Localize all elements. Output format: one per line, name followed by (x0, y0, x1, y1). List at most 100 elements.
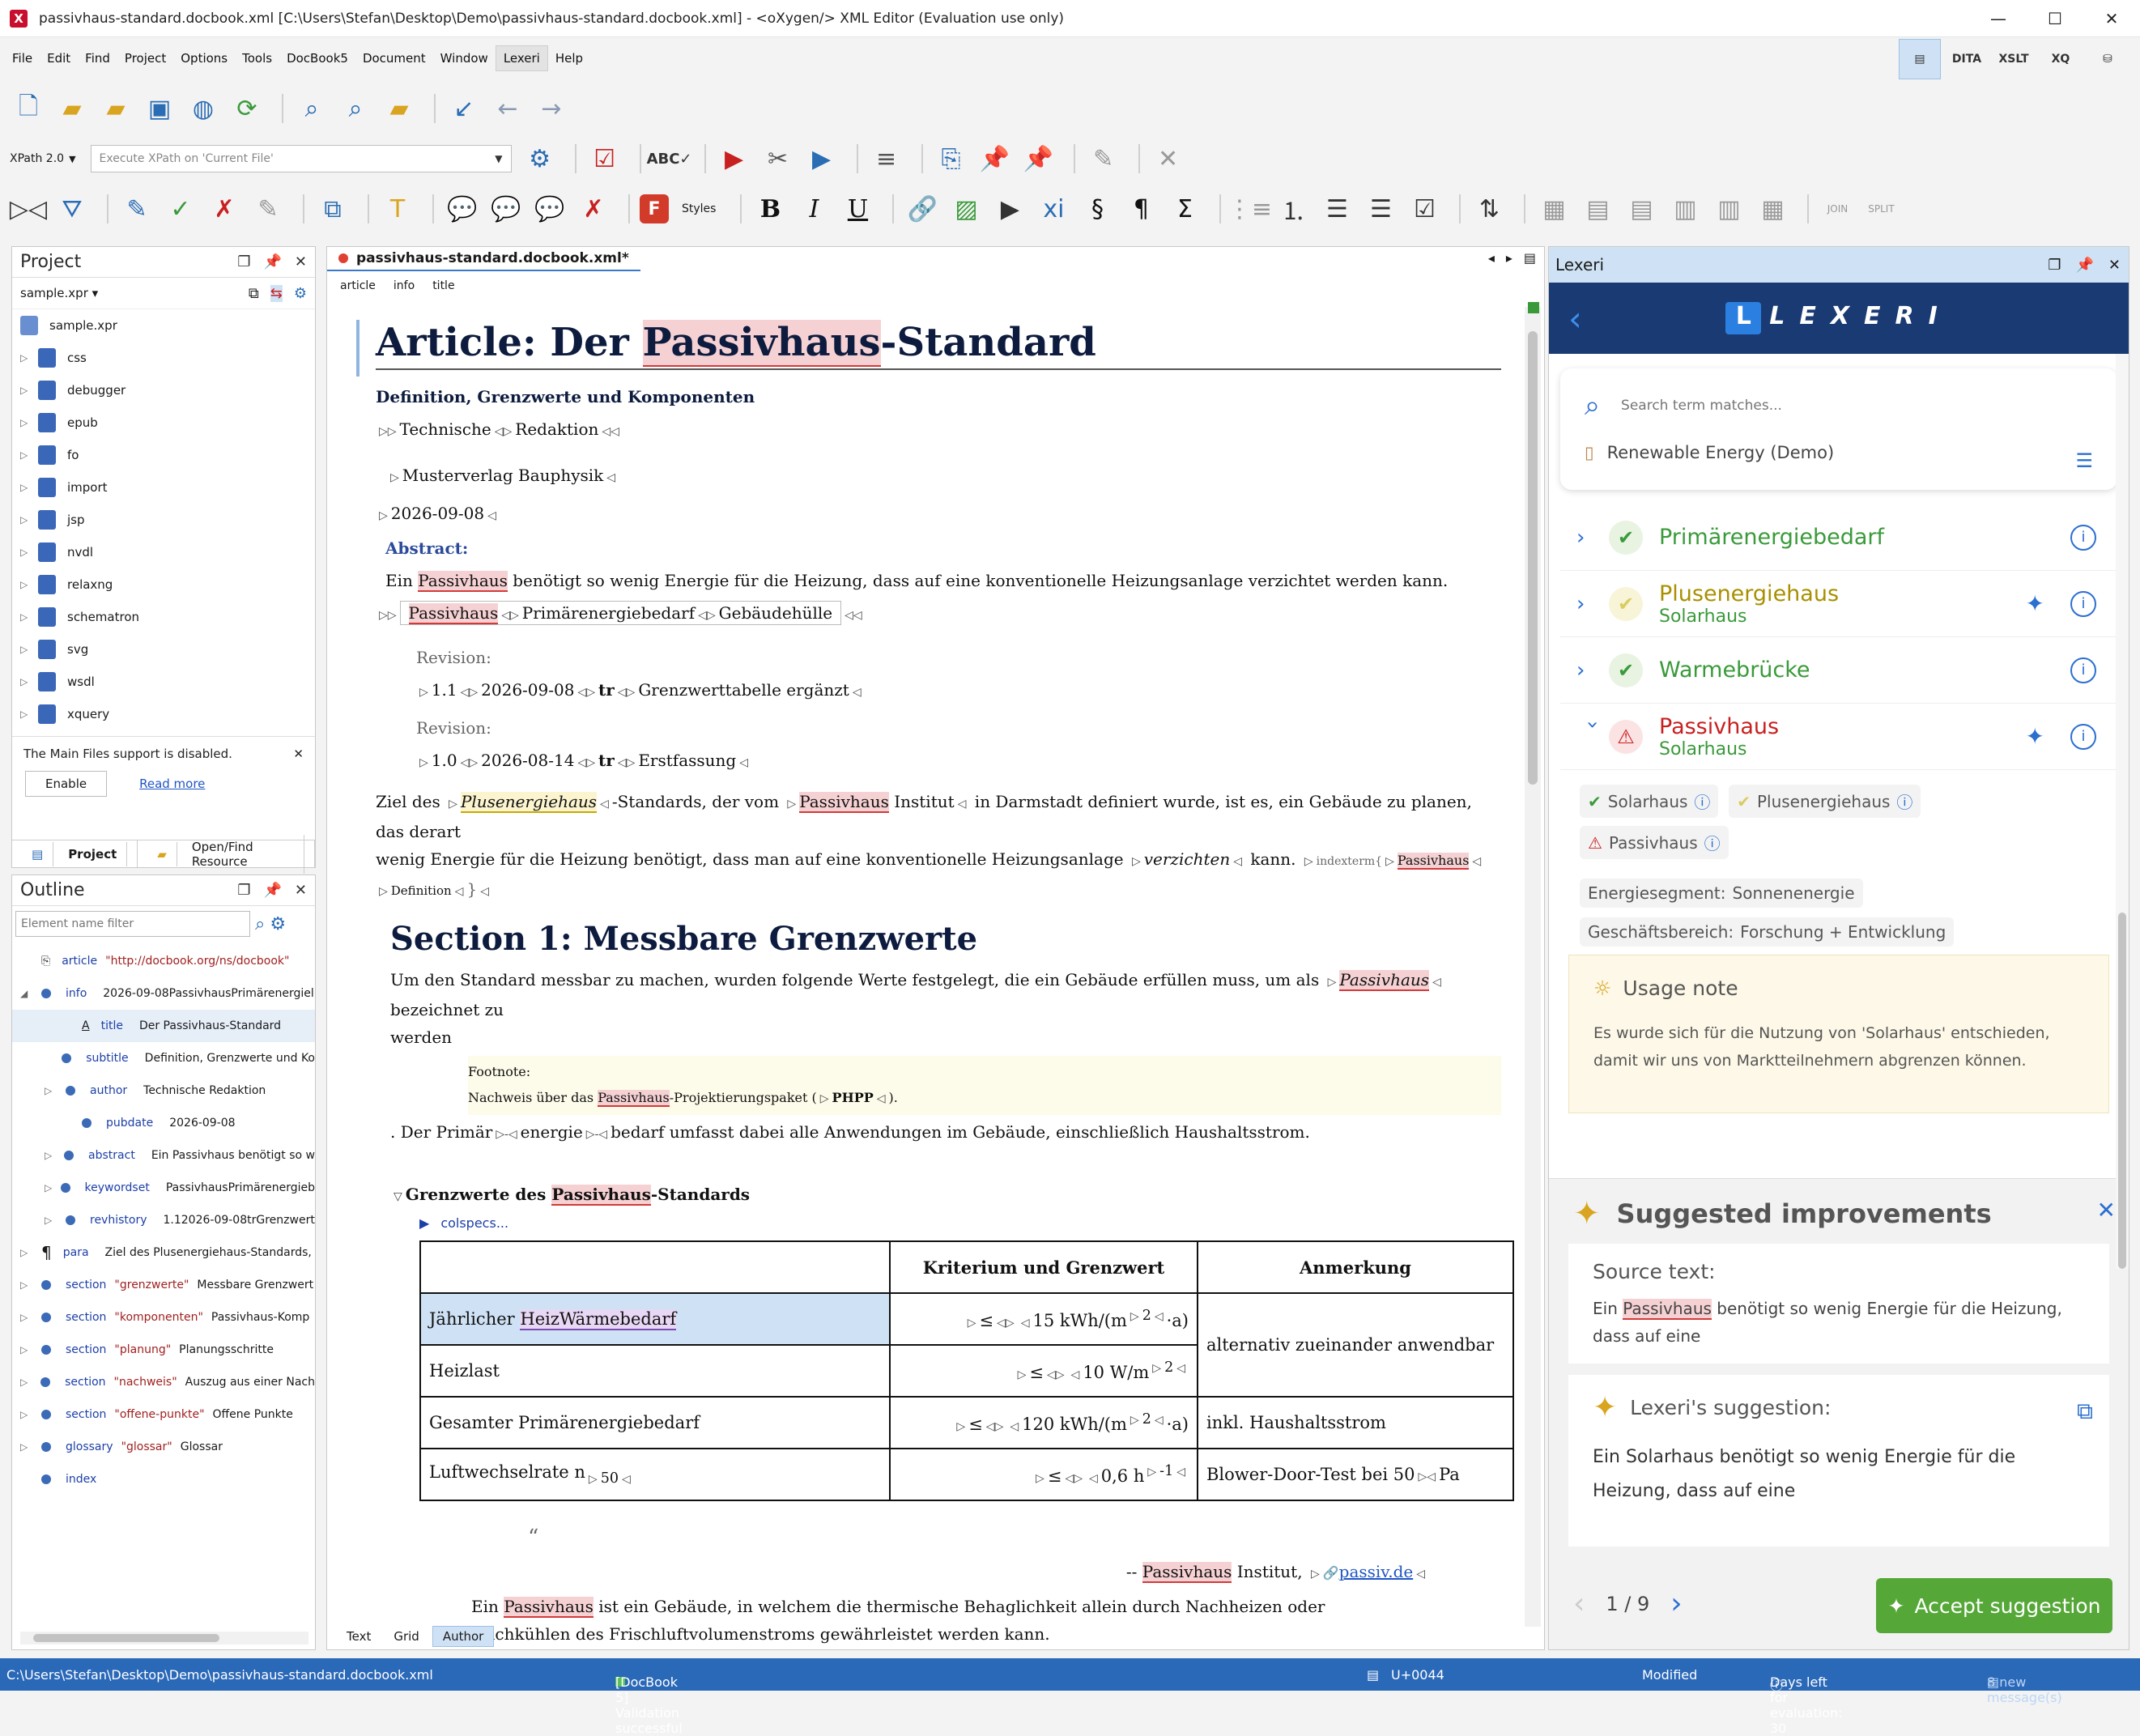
term-row-warmebruecke[interactable]: › ✔ Warmebrücke i (1560, 637, 2117, 704)
remove-comment-icon[interactable]: 💬 (531, 190, 568, 228)
tree-folder-wsdl[interactable]: ▷ wsdl (12, 666, 315, 698)
new-file-icon[interactable]: 🗋 (10, 90, 47, 127)
dita-perspective-button[interactable]: DITA (1946, 39, 1988, 79)
term-row-primaerenergiebedarf[interactable]: › ✔ Primärenergiebedarf i (1560, 504, 2117, 571)
save-icon[interactable]: ▣ (141, 90, 178, 127)
section-1-body[interactable]: Um den Standard messbar zu machen, wurde… (390, 966, 1514, 1648)
attribution[interactable]: -- Passivhaus Institut, ▷ 🔗passiv.de ◁ (390, 1558, 1428, 1588)
back-chevron-icon[interactable]: ‹ (1568, 299, 1582, 338)
expand-arrow-icon[interactable]: ▷ (20, 611, 38, 623)
subtitle[interactable]: Definition, Grenzwerte und Komponenten (376, 383, 1501, 411)
paragraph-icon[interactable]: ¶ (1122, 190, 1159, 228)
pin-icon[interactable]: 📌 (263, 253, 281, 270)
menu-options[interactable]: Options (173, 46, 235, 70)
keywordset[interactable]: ▷▷ Passivhaus ◁▷ Primärenergiebedarf ◁▷ Gebäu… (376, 599, 1501, 629)
expand-chevron-icon[interactable]: › (1576, 592, 1609, 616)
menu-window[interactable]: Window (433, 46, 496, 70)
expand-arrow-icon[interactable]: ▷ (20, 547, 38, 558)
close-note-icon[interactable]: ✕ (293, 747, 304, 761)
term-row-plusenergiehaus[interactable]: › ✔ Plusenergiehaus Solarhaus ✦ i (1560, 571, 2117, 637)
editor-perspective-icon[interactable]: ▤ (1899, 39, 1941, 79)
expand-arrow-icon[interactable]: ▷ (45, 1182, 61, 1194)
element-filter-input[interactable] (15, 911, 250, 937)
xpath-version-select[interactable]: XPath 2.0 (10, 152, 64, 165)
tree-folder-debugger[interactable]: ▷ debugger (12, 374, 315, 406)
bold-icon[interactable]: B (751, 190, 789, 228)
tree-folder-nvdl[interactable]: ▷ nvdl (12, 536, 315, 568)
mode-text-tab[interactable]: Text (337, 1627, 381, 1646)
checklist-icon[interactable]: ☑ (1406, 190, 1443, 228)
copy-icon[interactable]: ⧉ (2077, 1398, 2093, 1425)
ordered-list-icon[interactable]: ⒈ (1274, 190, 1312, 228)
find-in-files-icon[interactable]: ⌕ (337, 90, 374, 127)
expand-arrow-icon[interactable]: ▷ (20, 1279, 41, 1291)
tree-folder-fo[interactable]: ▷ fo (12, 439, 315, 471)
xquery-perspective-button[interactable]: XQ (2040, 39, 2082, 79)
tab-open-find-resource[interactable]: ▰ Open/Find Resource (138, 834, 315, 874)
configure-transformation-icon[interactable]: ✂ (759, 140, 797, 177)
revhistory[interactable]: Revision: ▷ 1.1 ◁▷ 2026-09-08 ◁▷ tr ◁▷ Grenzwer… (416, 644, 1501, 777)
underline-icon[interactable]: U (839, 190, 876, 228)
expand-arrow-icon[interactable]: ▷ (20, 579, 38, 590)
tree-folder-import[interactable]: ▷ import (12, 471, 315, 504)
expand-arrow-icon[interactable]: ▷ (20, 1409, 41, 1420)
outline-node-section[interactable]: ▷ section "komponenten" Passivhaus-Komp (12, 1301, 315, 1334)
pin-icon[interactable]: 📌 (263, 882, 281, 899)
expand-arrow-icon[interactable]: ▷ (20, 1344, 41, 1355)
styles-menu[interactable]: Styles (682, 202, 716, 215)
tree-folder-jsp[interactable]: ▷ jsp (12, 504, 315, 536)
menu-lexeri[interactable]: Lexeri (495, 45, 548, 71)
delete-column-icon[interactable]: ▥ (1710, 190, 1747, 228)
outline-node-section[interactable]: ▷ section "nachweis" Auszug aus einer Nach (12, 1366, 315, 1398)
expand-chevron-icon[interactable]: › (1576, 658, 1609, 683)
breadcrumb-info[interactable]: info (394, 279, 415, 292)
expand-arrow-icon[interactable]: ▷ (20, 708, 38, 720)
colspecs-toggle[interactable]: ▶ colspecs... (419, 1215, 1501, 1231)
database-perspective-icon[interactable]: ⛁ (2087, 39, 2129, 79)
review-panel-icon[interactable]: ✗ (575, 190, 612, 228)
expand-arrow-icon[interactable]: ▷ (20, 1312, 41, 1323)
image-icon[interactable]: ▨ (947, 190, 985, 228)
expand-arrow-icon[interactable]: ◢ (20, 988, 41, 999)
xinclude-icon[interactable]: xi (1035, 190, 1072, 228)
chip-solarhaus[interactable]: ✔ Solarhaus ⓘ (1580, 785, 1719, 818)
find-icon[interactable]: ⌕ (293, 90, 330, 127)
reload-icon[interactable]: ⟳ (228, 90, 266, 127)
expand-arrow-icon[interactable]: ▷ (20, 676, 38, 687)
restore-icon[interactable]: ❐ (237, 253, 250, 270)
outline-node-info[interactable]: ◢ info 2026-09-08PassivhausPrimärenergiel (12, 977, 315, 1010)
lexeri-vscroll[interactable] (2116, 354, 2129, 1269)
link-with-editor-icon[interactable]: ⇆ (270, 284, 283, 302)
pubdate[interactable]: ▷ 2026-09-08 ◁ (376, 500, 1501, 530)
quote-para[interactable]: Ein Passivhaus ist ein Gebäude, in welch… (471, 1593, 1501, 1648)
termbase-name[interactable]: Renewable Energy (Demo) (1607, 443, 1835, 462)
debug-transformation-icon[interactable]: ▶ (803, 140, 840, 177)
restore-icon[interactable]: ❐ (2048, 257, 2061, 274)
table-title[interactable]: ▽ Grenzwerte des Passivhaus-Standards (390, 1181, 1501, 1211)
project-settings-icon[interactable]: ⚙ (294, 285, 307, 302)
insert-column-icon[interactable]: ▥ (1666, 190, 1704, 228)
outline-node-glossary[interactable]: ▷ glossary "glossar" Glossar (12, 1431, 315, 1463)
expand-arrow-icon[interactable]: ▷ (20, 514, 38, 525)
review-icon[interactable]: ✎ (1085, 140, 1122, 177)
close-suggestions-icon[interactable]: ✕ (2097, 1197, 2116, 1223)
edit-comment-icon[interactable]: 💬 (487, 190, 525, 228)
pin-icon[interactable]: 📌 (2075, 257, 2093, 274)
xpath-settings-icon[interactable]: ⚙ (521, 140, 559, 177)
outline-hscroll[interactable] (20, 1632, 308, 1645)
close-window-button[interactable]: ✕ (2083, 0, 2140, 37)
outline-node-subtitle[interactable]: subtitle Definition, Grenzwerte und Ko (12, 1042, 315, 1074)
chip-plusenergiehaus[interactable]: ✔ Plusenergiehaus ⓘ (1729, 785, 1921, 818)
save-to-url-icon[interactable]: ◍ (185, 90, 222, 127)
manage-reviews-icon[interactable]: ⧉ (314, 190, 351, 228)
outline-node-index[interactable]: index (12, 1463, 315, 1496)
highlight-icon[interactable]: T (379, 190, 416, 228)
read-more-link[interactable]: Read more (139, 777, 205, 791)
outline-node-article[interactable]: ⎘ article "http://docbook.org/ns/docbook" (12, 945, 315, 977)
accept-change-icon[interactable]: ✓ (162, 190, 199, 228)
track-changes-icon[interactable]: ✎ (118, 190, 155, 228)
expand-arrow-icon[interactable]: ▷ (20, 352, 38, 364)
outline-node-section[interactable]: ▷ section "planung" Planungsschritte (12, 1334, 315, 1366)
tree-root[interactable]: sample.xpr (12, 309, 315, 342)
expand-arrow-icon[interactable]: ▷ (20, 385, 38, 396)
